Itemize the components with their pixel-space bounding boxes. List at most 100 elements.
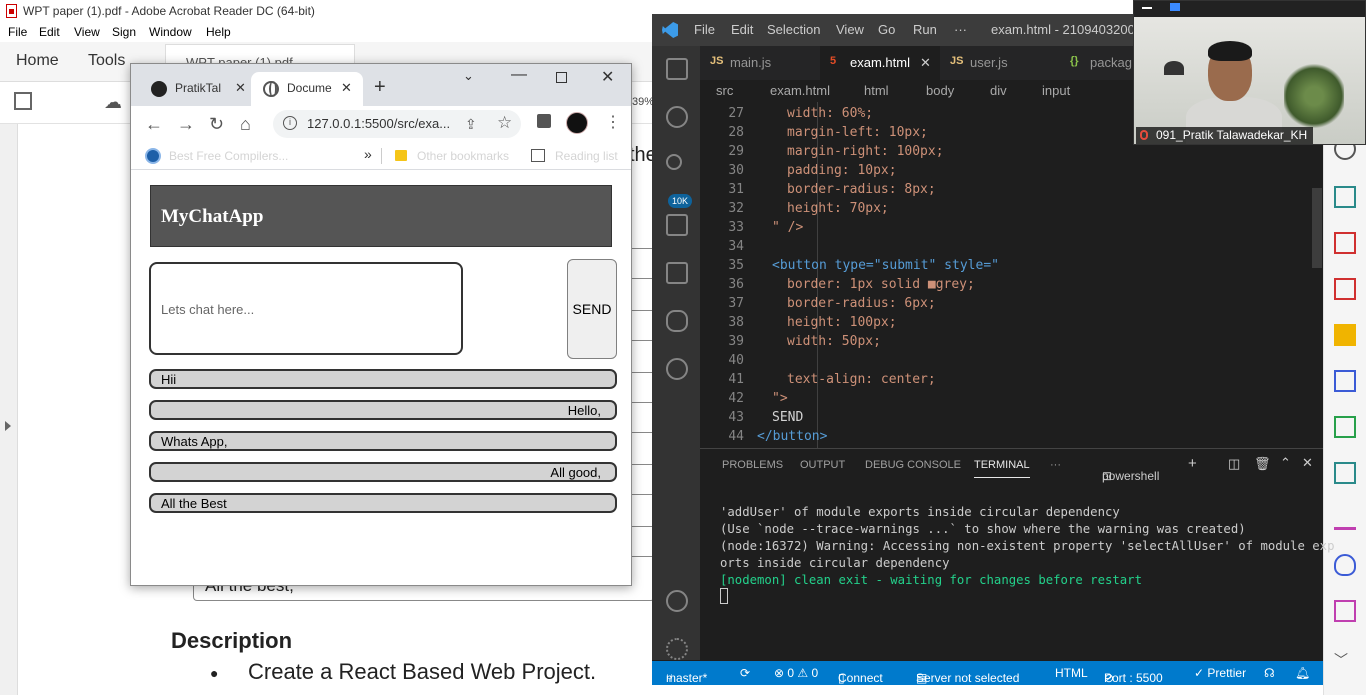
close-tab-icon[interactable]: ✕	[920, 55, 931, 71]
split-terminal-icon[interactable]: ◫	[1228, 456, 1240, 472]
vscode-menu-file[interactable]: File	[694, 22, 715, 37]
comment-icon[interactable]	[1334, 324, 1356, 346]
chat-input[interactable]: Lets chat here...	[149, 262, 463, 355]
database-icon[interactable]	[666, 310, 688, 332]
protect-icon[interactable]	[1334, 554, 1356, 576]
create-pdf-icon[interactable]	[1334, 278, 1356, 300]
breadcrumb-item[interactable]: src	[716, 83, 733, 98]
chrome-tab-label: Docume	[287, 81, 332, 95]
account-icon[interactable]	[666, 590, 688, 612]
new-terminal-icon[interactable]: +	[1188, 455, 1197, 472]
acrobat-menu-help[interactable]: Help	[206, 25, 231, 39]
breadcrumb-item[interactable]: div	[990, 83, 1007, 98]
acrobat-menu-file[interactable]: File	[8, 25, 27, 39]
chrome-tab-github[interactable]: PratikTal ✕	[139, 72, 249, 106]
code-line: margin-left: 10px;	[787, 125, 928, 140]
other-bookmarks[interactable]: Other bookmarks	[417, 149, 509, 163]
bookmark-star-icon[interactable]: ☆	[497, 113, 512, 133]
reload-icon[interactable]: ↻	[209, 114, 224, 135]
problems-count[interactable]: ⊗ 0 ⚠ 0	[774, 666, 818, 680]
close-panel-icon[interactable]: ✕	[1302, 455, 1313, 471]
panel-tab-debug-console[interactable]: DEBUG CONSOLE	[865, 459, 961, 471]
send-button[interactable]: SEND	[567, 259, 617, 359]
acrobat-menu-view[interactable]: View	[74, 25, 100, 39]
site-info-icon[interactable]: i	[283, 116, 297, 130]
chrome-menu-icon[interactable]: ⋮	[605, 112, 621, 132]
feedback-icon[interactable]: ☊	[1264, 666, 1275, 680]
organize-pages-icon[interactable]	[1334, 232, 1356, 254]
reading-list[interactable]: Reading list	[555, 149, 618, 163]
close-window-button[interactable]: ✕	[601, 67, 614, 87]
tab-user-js[interactable]: JS user.js	[940, 46, 1060, 80]
vscode-menu-view[interactable]: View	[836, 22, 864, 37]
acrobat-tab-home[interactable]: Home	[16, 52, 59, 70]
extensions-icon[interactable]	[666, 262, 688, 284]
maximize-panel-icon[interactable]: ⌃	[1280, 455, 1291, 471]
webcam-expand-icon[interactable]	[1170, 3, 1180, 11]
acrobat-menu-sign[interactable]: Sign	[112, 25, 136, 39]
panel-tab-output[interactable]: OUTPUT	[800, 459, 845, 471]
language-mode[interactable]: HTML	[1055, 666, 1088, 680]
address-bar[interactable]: i 127.0.0.1:5500/src/exa...	[273, 110, 521, 138]
extensions-puzzle-icon[interactable]	[537, 114, 551, 128]
panel-tab-problems[interactable]: PROBLEMS	[722, 459, 783, 471]
share-icon[interactable]: ⇪	[465, 116, 477, 133]
notifications-bell-icon[interactable]: 🔔︎	[1295, 666, 1310, 680]
forward-arrow-icon[interactable]: →	[177, 114, 195, 135]
vscode-menu-more[interactable]: ···	[954, 22, 967, 37]
webcam-minimize-icon[interactable]	[1142, 7, 1152, 9]
upload-cloud-icon[interactable]: ☁	[104, 92, 122, 113]
convert-icon[interactable]	[1334, 462, 1356, 484]
more-bookmarks-chevron-icon[interactable]: »	[364, 146, 372, 162]
breadcrumb-item[interactable]: input	[1042, 83, 1070, 98]
trash-icon[interactable]: 🗑	[1254, 456, 1271, 472]
acrobat-menu-window[interactable]: Window	[149, 25, 192, 39]
page-thumbnail-icon[interactable]	[14, 92, 32, 110]
compress-icon[interactable]	[1334, 416, 1356, 438]
acrobat-menu-edit[interactable]: Edit	[39, 25, 60, 39]
prettier-status[interactable]: ✓ Prettier	[1194, 666, 1246, 680]
export-pdf-icon[interactable]	[1334, 186, 1356, 208]
home-icon[interactable]: ⌂	[240, 114, 251, 135]
fill-sign-icon[interactable]	[1334, 508, 1356, 530]
close-tab-icon[interactable]: ✕	[341, 80, 352, 96]
vscode-menu-selection[interactable]: Selection	[767, 22, 820, 37]
breadcrumb-item[interactable]: html	[864, 83, 889, 98]
bookmark-compilers[interactable]: Best Free Compilers...	[169, 149, 288, 163]
more-tools-chevron-icon[interactable]: ﹀	[1334, 650, 1356, 672]
github-icon[interactable]	[666, 358, 688, 380]
chrome-tab-document[interactable]: Docume ✕	[251, 72, 363, 106]
tab-main-js[interactable]: JS main.js	[700, 46, 820, 80]
terminal-cursor[interactable]	[720, 588, 728, 604]
breadcrumb-item[interactable]: body	[926, 83, 954, 98]
acrobat-tab-tools[interactable]: Tools	[88, 52, 125, 70]
edit-pdf-icon[interactable]	[1334, 370, 1356, 392]
editor-scrollbar[interactable]	[1312, 188, 1322, 268]
panel-more-icon[interactable]: ···	[1050, 459, 1061, 471]
settings-gear-icon[interactable]	[666, 638, 688, 660]
code-editor[interactable]: 27 width: 60%; 28 margin-left: 10px; 29 margi…	[700, 102, 1323, 449]
sync-icon[interactable]: ⟳	[740, 666, 750, 680]
forms-icon[interactable]	[1334, 600, 1356, 622]
vscode-menu-run[interactable]: Run	[913, 22, 937, 37]
explorer-icon[interactable]	[666, 58, 688, 80]
chat-app-header: MyChatApp	[150, 185, 612, 247]
profile-avatar[interactable]	[566, 112, 588, 134]
panel-tab-terminal[interactable]: TERMINAL	[974, 459, 1030, 478]
search-icon[interactable]	[666, 106, 688, 128]
maximize-button[interactable]	[556, 72, 567, 83]
vscode-menu-go[interactable]: Go	[878, 22, 895, 37]
breadcrumb-item[interactable]: exam.html	[770, 83, 830, 98]
tab-search-chevron-icon[interactable]: ⌄	[463, 68, 474, 84]
vscode-menu-edit[interactable]: Edit	[731, 22, 753, 37]
muted-mic-icon	[1140, 130, 1148, 140]
back-arrow-icon[interactable]: ←	[145, 114, 163, 135]
source-control-icon[interactable]	[666, 154, 682, 170]
acrobat-zoom-level[interactable]: 39%	[632, 96, 654, 108]
new-tab-button[interactable]: +	[374, 76, 386, 99]
tab-exam-html[interactable]: 5 exam.html ✕	[820, 46, 940, 80]
run-debug-icon[interactable]	[666, 214, 688, 236]
minimize-button[interactable]: —	[511, 66, 527, 84]
close-tab-icon[interactable]: ✕	[235, 80, 246, 96]
expand-panel-arrow-icon[interactable]	[5, 421, 11, 431]
